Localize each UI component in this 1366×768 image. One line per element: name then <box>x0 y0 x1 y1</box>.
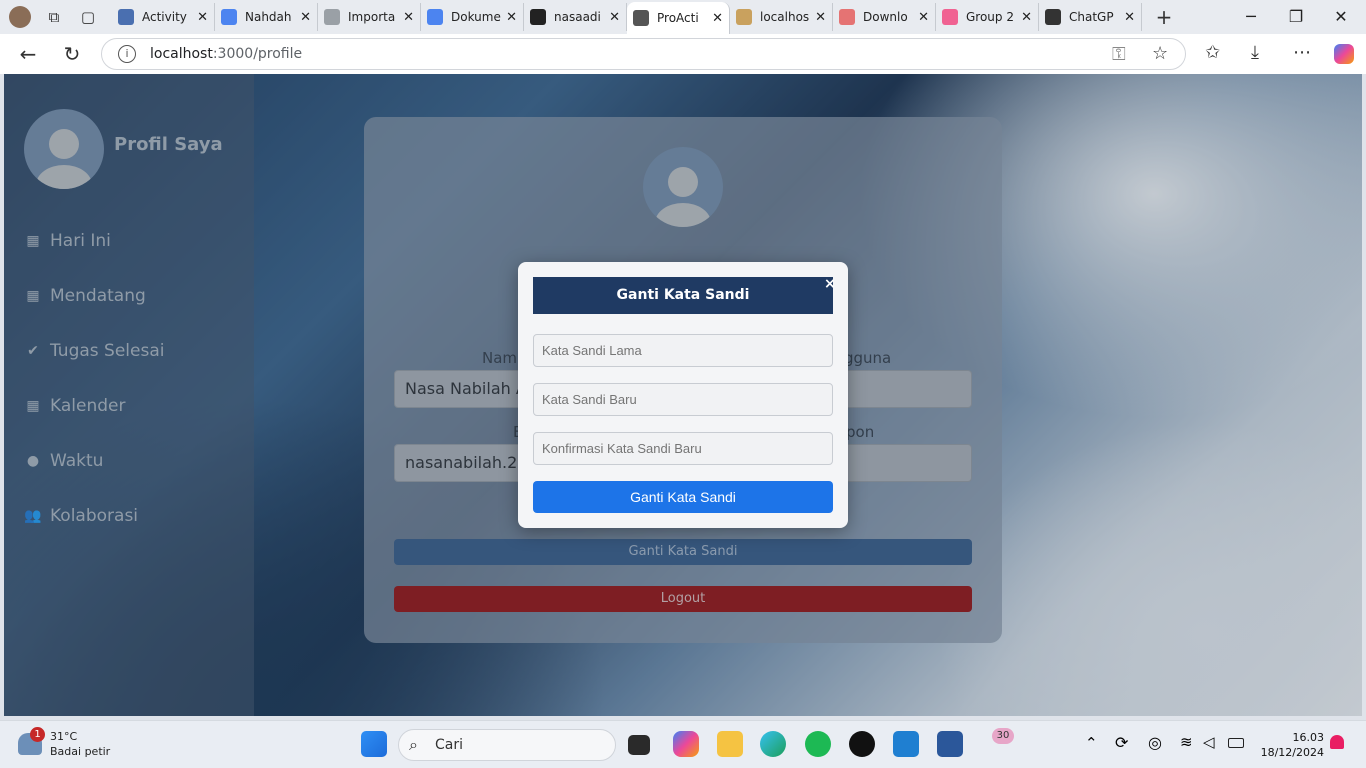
page-viewport: Profil Saya ▦ Hari Ini ▦ Mendatang ✔ Tugas Se… <box>4 74 1362 716</box>
tab-favicon-icon <box>1045 9 1061 25</box>
weather-desc: Badai petir <box>50 745 111 758</box>
refresh-icon[interactable]: ↻ <box>52 42 92 66</box>
tab-title: localhos <box>760 10 810 24</box>
url-input[interactable]: i localhost:3000/profile ⚿ ☆ <box>101 38 1186 70</box>
tab-close-icon[interactable]: ✕ <box>300 10 311 25</box>
tab-close-icon[interactable]: ✕ <box>1124 10 1135 25</box>
battery-icon[interactable] <box>1228 738 1244 748</box>
tab-title: Group 2 <box>966 10 1014 24</box>
browser-tab[interactable]: ChatGP ✕ <box>1039 3 1142 31</box>
clock[interactable]: 16.03 18/12/2024 <box>1261 730 1324 760</box>
task-view-icon[interactable] <box>628 735 650 755</box>
browser-tab[interactable]: Importa ✕ <box>318 3 421 31</box>
clock-date: 18/12/2024 <box>1260 746 1324 759</box>
vscode-icon[interactable] <box>893 731 919 757</box>
taskbar-search[interactable]: ⌕ Cari <box>398 729 616 761</box>
browser-tab-bar: ⧉ ▢ Activity ✕ Nahdah ✕ Importa ✕ Dokume ✕ nasaa… <box>0 0 1366 34</box>
tab-close-icon[interactable]: ✕ <box>918 10 929 25</box>
profile-avatar-icon[interactable] <box>6 3 34 31</box>
more-icon[interactable]: ⋯ <box>1293 42 1311 63</box>
tab-title: Activity <box>142 10 187 24</box>
start-icon[interactable] <box>361 731 387 757</box>
tab-favicon-icon <box>942 9 958 25</box>
file-explorer-icon[interactable] <box>717 731 743 757</box>
word-icon[interactable] <box>937 731 963 757</box>
modal-title: Ganti Kata Sandi <box>533 277 833 314</box>
network-icon[interactable]: ◎ <box>1148 733 1162 752</box>
taskbar: 1 31°C Badai petir ⌕ Cari 30 ⌃ ⟳ ◎ ≋ ◁ 1… <box>0 720 1366 768</box>
browser-tab[interactable]: Nahdah ✕ <box>215 3 318 31</box>
address-bar-row: ← ↻ i localhost:3000/profile ⚿ ☆ ✩ ⤓ ⋯ <box>0 34 1366 74</box>
volume-icon[interactable]: ◁ <box>1203 733 1215 751</box>
minimize-icon[interactable]: ─ <box>1228 2 1274 32</box>
url-host: localhost <box>150 46 213 62</box>
tab-favicon-icon <box>324 9 340 25</box>
tab-title: Nahdah <box>245 10 292 24</box>
copilot-taskbar-icon[interactable] <box>673 731 699 757</box>
browser-tab[interactable]: Activity ✕ <box>112 3 215 31</box>
tab-title: Downlo <box>863 10 908 24</box>
close-icon[interactable]: × <box>824 276 836 292</box>
bell-icon[interactable] <box>1330 735 1344 749</box>
downloads-icon[interactable]: ⤓ <box>1251 42 1259 63</box>
tab-close-icon[interactable]: ✕ <box>815 10 826 25</box>
tiktok-icon[interactable] <box>849 731 875 757</box>
url-path: :3000/profile <box>212 46 303 62</box>
change-password-modal: Ganti Kata Sandi × Ganti Kata Sandi <box>518 262 848 528</box>
browser-tab[interactable]: Dokume ✕ <box>421 3 524 31</box>
weather-badge: 1 <box>30 727 45 742</box>
site-info-icon[interactable]: i <box>118 45 136 63</box>
browser-tab[interactable]: localhos ✕ <box>730 3 833 31</box>
close-window-icon[interactable]: ✕ <box>1318 2 1364 32</box>
tab-favicon-icon <box>221 9 237 25</box>
favorite-star-icon[interactable]: ☆ <box>1152 43 1168 64</box>
tab-favicon-icon <box>633 10 649 26</box>
browser-tab[interactable]: ProActi ✕ <box>627 2 730 34</box>
sync-icon[interactable]: ⟳ <box>1115 733 1128 752</box>
new-tab-icon[interactable]: + <box>1150 3 1178 31</box>
tab-close-icon[interactable]: ✕ <box>712 11 723 26</box>
tab-title: nasaadi <box>554 10 601 24</box>
browser-tab[interactable]: nasaadi ✕ <box>524 3 627 31</box>
browser-tab[interactable]: Group 2 ✕ <box>936 3 1039 31</box>
notification-count-badge[interactable]: 30 <box>992 728 1014 744</box>
tab-favicon-icon <box>530 9 546 25</box>
tab-title: ChatGP <box>1069 10 1114 24</box>
tab-actions-icon[interactable]: ▢ <box>74 3 102 31</box>
new-password-input[interactable] <box>533 383 833 416</box>
edge-icon[interactable] <box>760 731 786 757</box>
restore-icon[interactable]: ❐ <box>1273 2 1319 32</box>
tab-close-icon[interactable]: ✕ <box>506 10 517 25</box>
tab-close-icon[interactable]: ✕ <box>1021 10 1032 25</box>
tab-close-icon[interactable]: ✕ <box>197 10 208 25</box>
search-icon: ⌕ <box>409 735 418 754</box>
clock-time: 16.03 <box>1292 731 1325 744</box>
weather-temp: 31°C <box>50 730 78 743</box>
workspaces-icon[interactable]: ⧉ <box>40 3 68 31</box>
browser-tab[interactable]: Downlo ✕ <box>833 3 936 31</box>
tab-favicon-icon <box>839 9 855 25</box>
confirm-password-input[interactable] <box>533 432 833 465</box>
wifi-icon[interactable]: ≋ <box>1180 733 1193 751</box>
tab-title: Importa <box>348 10 396 24</box>
tab-title: Dokume <box>451 10 501 24</box>
back-icon[interactable]: ← <box>8 42 48 66</box>
copilot-icon[interactable] <box>1334 44 1354 64</box>
tab-favicon-icon <box>118 9 134 25</box>
favorites-icon[interactable]: ✩ <box>1205 42 1220 63</box>
spotify-icon[interactable] <box>805 731 831 757</box>
tab-title: ProActi <box>657 11 699 25</box>
tab-close-icon[interactable]: ✕ <box>403 10 414 25</box>
search-label: Cari <box>435 737 463 753</box>
tab-favicon-icon <box>736 9 752 25</box>
tab-favicon-icon <box>427 9 443 25</box>
key-icon[interactable]: ⚿ <box>1112 44 1126 65</box>
tab-close-icon[interactable]: ✕ <box>609 10 620 25</box>
submit-change-password-button[interactable]: Ganti Kata Sandi <box>533 481 833 513</box>
chevron-up-icon[interactable]: ⌃ <box>1085 734 1098 752</box>
old-password-input[interactable] <box>533 334 833 367</box>
